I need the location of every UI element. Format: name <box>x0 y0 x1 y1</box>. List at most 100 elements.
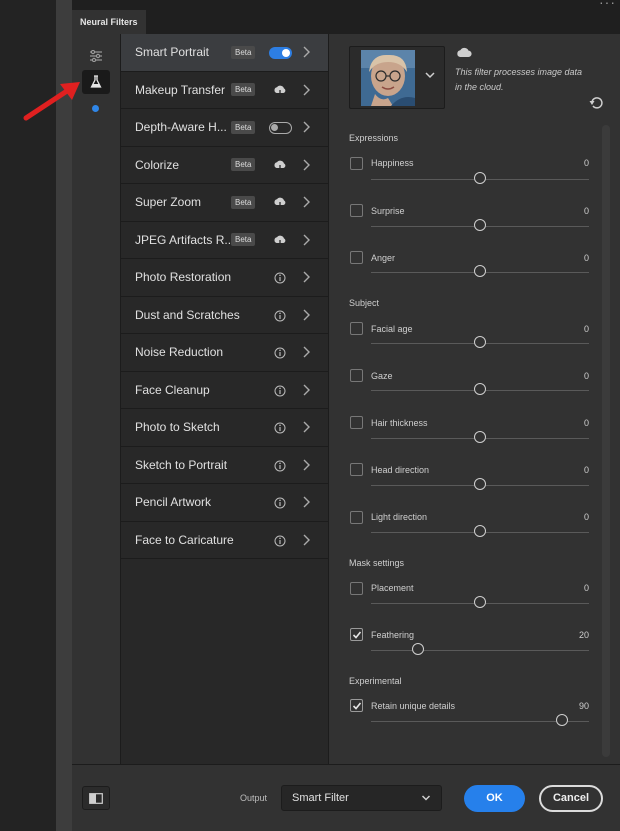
chevron-right-icon <box>303 496 310 508</box>
info-icon[interactable] <box>273 309 287 323</box>
chevron-right-icon <box>303 159 310 170</box>
happiness-checkbox[interactable] <box>350 157 363 170</box>
filter-name: Smart Portrait <box>135 45 210 60</box>
split-view-icon <box>89 792 103 804</box>
filter-item-colorize[interactable]: Colorize Beta <box>121 147 328 184</box>
anger-value: 0 <box>583 253 589 263</box>
filter-toggle[interactable] <box>269 122 292 134</box>
filter-name: Pencil Artwork <box>135 495 212 510</box>
surprise-checkbox[interactable] <box>350 204 363 217</box>
filter-settings-panel <box>330 34 620 764</box>
filter-name: Photo Restoration <box>135 270 232 285</box>
head-direction-checkbox[interactable] <box>350 463 363 476</box>
placement-slider-handle[interactable] <box>474 596 486 608</box>
info-icon[interactable] <box>273 384 287 398</box>
retain-unique-details-label: Retain unique details <box>371 701 456 711</box>
surprise-slider-handle[interactable] <box>474 219 486 231</box>
cloud-processing-note: This filter processes image data in the … <box>455 67 583 92</box>
filter-item-makeup-transfer[interactable]: Makeup Transfer Beta <box>121 72 328 109</box>
gaze-slider-handle[interactable] <box>474 383 486 395</box>
reset-icon[interactable] <box>589 96 603 110</box>
feathering-value: 20 <box>578 630 589 640</box>
filter-item-photo-to-sketch[interactable]: Photo to Sketch <box>121 409 328 447</box>
anger-slider-handle[interactable] <box>474 265 486 277</box>
filter-name: Depth-Aware H... <box>135 120 227 135</box>
chevron-right-icon <box>303 84 310 95</box>
happiness-slider-handle[interactable] <box>474 172 486 184</box>
filter-name: Face to Caricature <box>135 532 234 547</box>
hair-thickness-checkbox[interactable] <box>350 416 363 429</box>
filter-item-sketch-to-portrait[interactable]: Sketch to Portrait <box>121 447 328 484</box>
filter-category-rail <box>72 34 120 764</box>
filter-item-face-to-caricature[interactable]: Face to Caricature <box>121 522 328 559</box>
filter-item-smart-portrait[interactable]: Smart Portrait Beta <box>121 34 328 72</box>
panel-menu-icon[interactable]: ··· <box>599 0 616 10</box>
light-direction-checkbox[interactable] <box>350 511 363 524</box>
placement-checkbox[interactable] <box>350 582 363 595</box>
preview-toggle-button[interactable] <box>82 786 110 810</box>
hair-thickness-slider-handle[interactable] <box>474 431 486 443</box>
gaze-label: Gaze <box>371 371 393 381</box>
section-mask-settings: Mask settings <box>349 558 405 568</box>
filter-item-photo-restoration[interactable]: Photo Restoration <box>121 259 328 297</box>
settings-scrollbar[interactable] <box>602 125 610 757</box>
info-icon[interactable] <box>273 534 287 548</box>
beta-filters-flask-icon[interactable] <box>82 70 110 94</box>
info-icon[interactable] <box>273 421 287 435</box>
filter-name: Photo to Sketch <box>135 420 220 435</box>
cloud-download-icon[interactable] <box>273 234 287 248</box>
feathering-slider[interactable] <box>371 650 589 651</box>
filter-toggle[interactable] <box>269 47 292 59</box>
chevron-right-icon <box>303 271 310 283</box>
filter-name: Sketch to Portrait <box>135 457 228 472</box>
hair-thickness-label: Hair thickness <box>371 418 428 428</box>
output-dropdown[interactable]: Smart Filter <box>281 785 442 811</box>
filter-item-dust-and-scratches[interactable]: Dust and Scratches <box>121 297 328 334</box>
beta-badge: Beta <box>231 233 256 247</box>
anger-label: Anger <box>371 253 396 263</box>
section-experimental: Experimental <box>349 676 402 686</box>
facial-age-checkbox[interactable] <box>350 322 363 335</box>
feathering-slider-handle[interactable] <box>412 643 424 655</box>
cloud-download-icon[interactable] <box>273 196 287 210</box>
chevron-down-icon[interactable] <box>424 70 436 80</box>
filter-item-face-cleanup[interactable]: Face Cleanup <box>121 372 328 409</box>
filter-name: Makeup Transfer <box>135 82 226 97</box>
beta-badge: Beta <box>231 83 256 97</box>
anger-checkbox[interactable] <box>350 251 363 264</box>
info-icon[interactable] <box>273 271 287 285</box>
filter-item-jpeg-artifacts-removal[interactable]: JPEG Artifacts R... Beta <box>121 222 328 259</box>
retain-unique-details-slider-handle[interactable] <box>556 714 568 726</box>
checkmark-icon <box>352 631 362 639</box>
retain-unique-details-checkbox[interactable] <box>350 699 363 712</box>
light-direction-value: 0 <box>583 512 589 522</box>
gaze-value: 0 <box>583 371 589 381</box>
chevron-right-icon <box>303 46 310 58</box>
info-icon[interactable] <box>273 459 287 473</box>
cloud-download-icon[interactable] <box>273 159 287 173</box>
surprise-label: Surprise <box>371 206 405 216</box>
feathering-label: Feathering <box>371 630 415 640</box>
facial-age-slider-handle[interactable] <box>474 336 486 348</box>
ok-button[interactable]: OK <box>464 785 525 812</box>
gaze-checkbox[interactable] <box>350 369 363 382</box>
all-filters-sliders-icon[interactable] <box>82 44 110 68</box>
head-direction-label: Head direction <box>371 465 430 475</box>
light-direction-slider-handle[interactable] <box>474 525 486 537</box>
info-icon[interactable] <box>273 496 287 510</box>
filter-item-depth-aware-haze[interactable]: Depth-Aware H... Beta <box>121 109 328 147</box>
cloud-icon <box>457 47 472 58</box>
beta-badge: Beta <box>231 45 256 59</box>
placement-value: 0 <box>583 583 589 593</box>
cloud-download-icon[interactable] <box>273 84 287 98</box>
filter-item-super-zoom[interactable]: Super Zoom Beta <box>121 184 328 222</box>
head-direction-slider-handle[interactable] <box>474 478 486 490</box>
cancel-button[interactable]: Cancel <box>539 785 603 812</box>
feathering-checkbox[interactable] <box>350 628 363 641</box>
filter-name: Super Zoom <box>135 195 202 210</box>
hair-thickness-value: 0 <box>583 418 589 428</box>
info-icon[interactable] <box>273 346 287 360</box>
tab-neural-filters[interactable]: Neural Filters <box>72 10 146 34</box>
filter-item-pencil-artwork[interactable]: Pencil Artwork <box>121 484 328 522</box>
filter-item-noise-reduction[interactable]: Noise Reduction <box>121 334 328 372</box>
